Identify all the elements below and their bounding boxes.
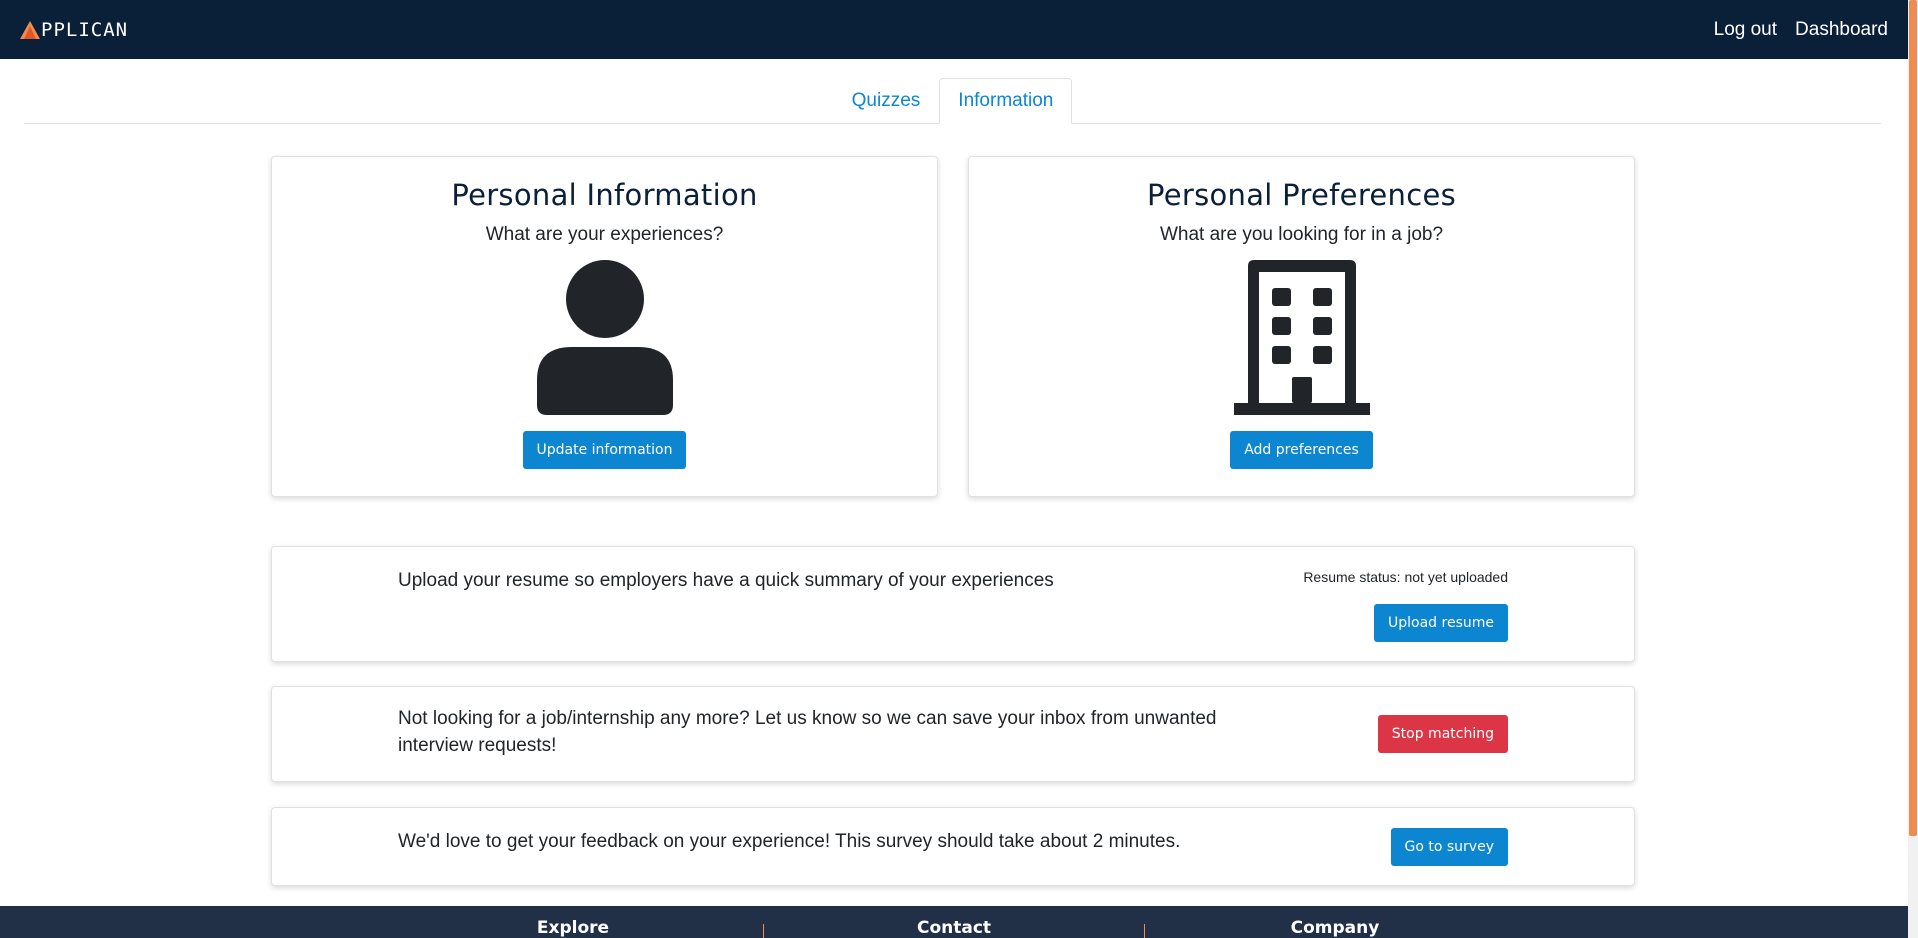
personal-preferences-card: Personal Preferences What are you lookin…: [968, 156, 1635, 497]
tab-quizzes[interactable]: Quizzes: [833, 78, 940, 124]
scrollbar-thumb[interactable]: [1909, 0, 1917, 836]
footer: Explore Contact Company: [0, 906, 1908, 938]
person-icon: [536, 260, 673, 415]
logout-link[interactable]: Log out: [1714, 19, 1777, 41]
upload-resume-button[interactable]: Upload resume: [1374, 604, 1508, 642]
nav-links: Log out Dashboard: [1714, 19, 1888, 41]
survey-text: We'd love to get your feedback on your e…: [398, 831, 1181, 852]
page: PPLICAN Log out Dashboard Quizzes Inform…: [0, 0, 1918, 938]
go-to-survey-button[interactable]: Go to survey: [1390, 828, 1508, 866]
stop-matching-button[interactable]: Stop matching: [1377, 715, 1508, 753]
survey-card: We'd love to get your feedback on your e…: [271, 807, 1635, 886]
tab-information[interactable]: Information: [939, 78, 1073, 124]
dashboard-link[interactable]: Dashboard: [1795, 19, 1888, 41]
resume-text: Upload your resume so employers have a q…: [398, 570, 1054, 591]
stop-matching-text: Not looking for a job/internship any mor…: [398, 708, 1217, 756]
brand-name: PPLICAN: [41, 18, 129, 41]
card-title: Personal Preferences: [1146, 178, 1457, 212]
brand-logo[interactable]: PPLICAN: [20, 19, 128, 41]
personal-information-card: Personal Information What are your exper…: [271, 156, 938, 497]
card-subtitle: What are your experiences?: [485, 224, 724, 245]
update-information-button[interactable]: Update information: [522, 431, 687, 469]
building-icon: [1233, 260, 1370, 415]
tab-bar: Quizzes Information: [24, 78, 1881, 124]
card-subtitle: What are you looking for in a job?: [1159, 224, 1444, 245]
logo-triangle-icon: [20, 20, 40, 39]
card-title: Personal Information: [451, 178, 758, 212]
navbar: PPLICAN Log out Dashboard: [0, 0, 1908, 59]
stop-matching-card: Not looking for a job/internship any mor…: [271, 686, 1635, 782]
footer-contact[interactable]: Contact: [764, 906, 1144, 938]
resume-card: Upload your resume so employers have a q…: [271, 546, 1635, 662]
add-preferences-button[interactable]: Add preferences: [1230, 431, 1373, 469]
vertical-scrollbar[interactable]: [1908, 0, 1918, 938]
resume-status: Resume status: not yet uploaded: [1303, 569, 1508, 585]
footer-company[interactable]: Company: [1145, 906, 1525, 938]
footer-explore[interactable]: Explore: [383, 906, 763, 938]
